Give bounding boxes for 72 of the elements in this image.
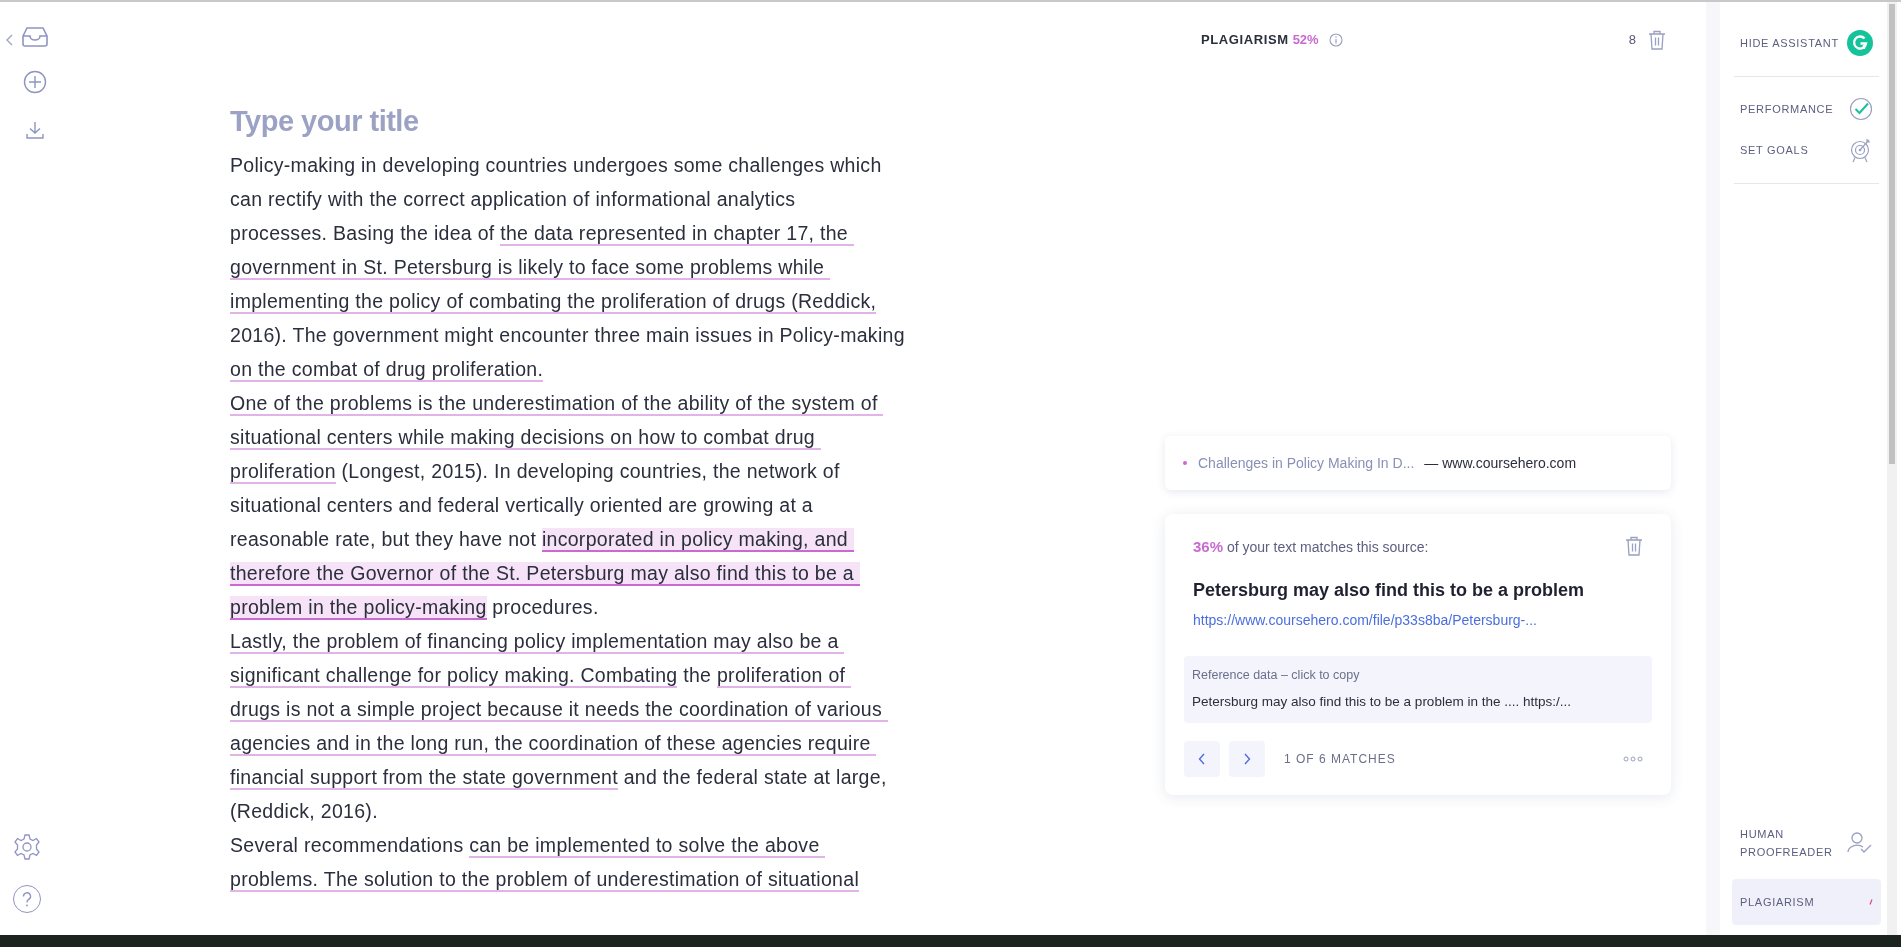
match-count: 8 xyxy=(1628,31,1636,50)
sidebar-item[interactable]: SET GOALS xyxy=(1732,129,1881,171)
plagiarism-mark-icon xyxy=(1869,899,1873,905)
trash-icon[interactable] xyxy=(1648,30,1666,50)
next-button[interactable] xyxy=(1229,740,1265,777)
underlined-match[interactable]: agencies and in the long run, the coordination of these agencies require xyxy=(230,732,877,756)
grammarly-logo-icon xyxy=(1847,30,1873,56)
sidebar-item[interactable]: HIDE ASSISTANT xyxy=(1732,22,1881,64)
scrollbar-thumb[interactable] xyxy=(1889,4,1895,464)
body-text: 2016). The government might encounter three main issues in Policy-making xyxy=(230,324,905,346)
body-text: (Longest, 2015). In developing countries, the network of xyxy=(340,460,840,482)
inbox-icon[interactable] xyxy=(21,26,49,48)
underlined-match[interactable]: government in St. Petersburg is likely to face some problems while xyxy=(230,256,830,280)
match-title: Petersburg may also find this to be a problem xyxy=(1193,578,1586,602)
body-text: can rectify with the correct application of informational analytics xyxy=(230,188,796,210)
chevron-right-icon xyxy=(1243,752,1251,765)
highlighted-match[interactable]: incorporated in policy making, and xyxy=(541,528,854,552)
more-icon[interactable] xyxy=(1623,755,1643,762)
body-text: procedures. xyxy=(491,596,599,618)
download-icon[interactable] xyxy=(25,120,45,140)
body-text: processes. Basing the idea of xyxy=(230,222,496,244)
sidebar-label: HIDE ASSISTANT xyxy=(1740,36,1839,51)
sidebar-label: PERFORMANCE xyxy=(1740,102,1834,117)
underlined-match[interactable]: significant challenge for policy making. Combating xyxy=(230,664,678,688)
underlined-match[interactable]: can be implemented to solve the above xyxy=(469,834,826,858)
sidebar-item[interactable]: PERFORMANCE xyxy=(1732,89,1881,129)
sidebar-item[interactable]: HUMAN PROOFREADER xyxy=(1732,817,1881,869)
source-link[interactable]: https://www.coursehero.com/file/p33s8ba/Petersburg-... xyxy=(1193,609,1643,631)
underlined-match[interactable]: Lastly, the problem of financing policy implementation may also be a xyxy=(230,630,845,654)
settings-icon[interactable] xyxy=(13,833,41,861)
source-site: — www.coursehero.com xyxy=(1424,453,1577,473)
underlined-match[interactable]: situational centers while making decisions on how to combat drug xyxy=(230,426,821,450)
underlined-match[interactable]: on the combat of drug proliferation. xyxy=(230,358,544,382)
previous-button[interactable] xyxy=(1184,740,1220,777)
underlined-match[interactable]: One of the problems is the underestimation of the ability of the system of xyxy=(230,392,884,416)
underlined-match[interactable]: financial support from the state government xyxy=(230,766,618,790)
source-title: Challenges in Policy Making In D... xyxy=(1198,453,1415,473)
reference-label: Reference data – click to copy xyxy=(1192,666,1361,684)
add-icon[interactable] xyxy=(23,70,47,94)
reference-text: Petersburg may also find this to be a problem in the .... https:/... xyxy=(1192,693,1572,712)
target-icon xyxy=(1849,137,1873,163)
underlined-match[interactable]: proliferation xyxy=(230,460,336,484)
match-summary: 36% of your text matches this source: xyxy=(1193,537,1429,557)
body-text: situational centers and federal vertically oriented are growing at a xyxy=(230,494,813,516)
body-text: (Reddick, 2016). xyxy=(230,800,378,822)
sidebar-label: HUMAN PROOFREADER xyxy=(1740,827,1830,860)
plagiarism-percent: 52% xyxy=(1292,31,1319,50)
body-text: the xyxy=(682,664,713,686)
person-check-icon xyxy=(1847,831,1873,855)
sidebar-item[interactable]: PLAGIARISM xyxy=(1732,879,1881,925)
body-text: reasonable rate, but they have not xyxy=(230,528,538,550)
pager-text: 1 OF 6 MATCHES xyxy=(1284,750,1396,768)
trash-icon[interactable] xyxy=(1625,536,1643,556)
underlined-match[interactable]: drugs is not a simple project because it needs the coordination of various xyxy=(230,698,888,722)
source-card[interactable]: Challenges in Policy Making In D... — www.coursehero.com xyxy=(1165,436,1671,490)
reference-box[interactable]: Reference data – click to copy Petersburg may also find this to be a problem in the .... https:/... xyxy=(1184,655,1652,723)
chevron-left-icon xyxy=(1198,752,1206,765)
underlined-match[interactable]: problems. The solution to the problem of underestimation of situational xyxy=(230,868,860,892)
highlighted-match[interactable]: therefore the Governor of the St. Petersburg may also find this to be a xyxy=(230,562,860,586)
body-text: Policy-making in developing countries undergoes some challenges which xyxy=(230,154,882,176)
underlined-match[interactable]: the data represented in chapter 17, the xyxy=(500,222,854,246)
underlined-match[interactable]: proliferation of xyxy=(716,664,852,688)
sidebar-label: PLAGIARISM xyxy=(1740,895,1815,910)
body-text: Several recommendations xyxy=(230,834,465,856)
sidebar-label: SET GOALS xyxy=(1740,143,1809,158)
highlighted-match[interactable]: problem in the policy-making xyxy=(230,596,487,620)
back-arrow-icon[interactable] xyxy=(6,34,14,46)
body-text: and the federal state at large, xyxy=(622,766,887,788)
underlined-match[interactable]: implementing the policy of combating the proliferation of drugs (Reddick, xyxy=(230,290,877,314)
plagiarism-label: PLAGIARISM xyxy=(1201,31,1289,50)
check-circle-icon xyxy=(1849,97,1873,121)
info-icon[interactable] xyxy=(1328,33,1343,47)
